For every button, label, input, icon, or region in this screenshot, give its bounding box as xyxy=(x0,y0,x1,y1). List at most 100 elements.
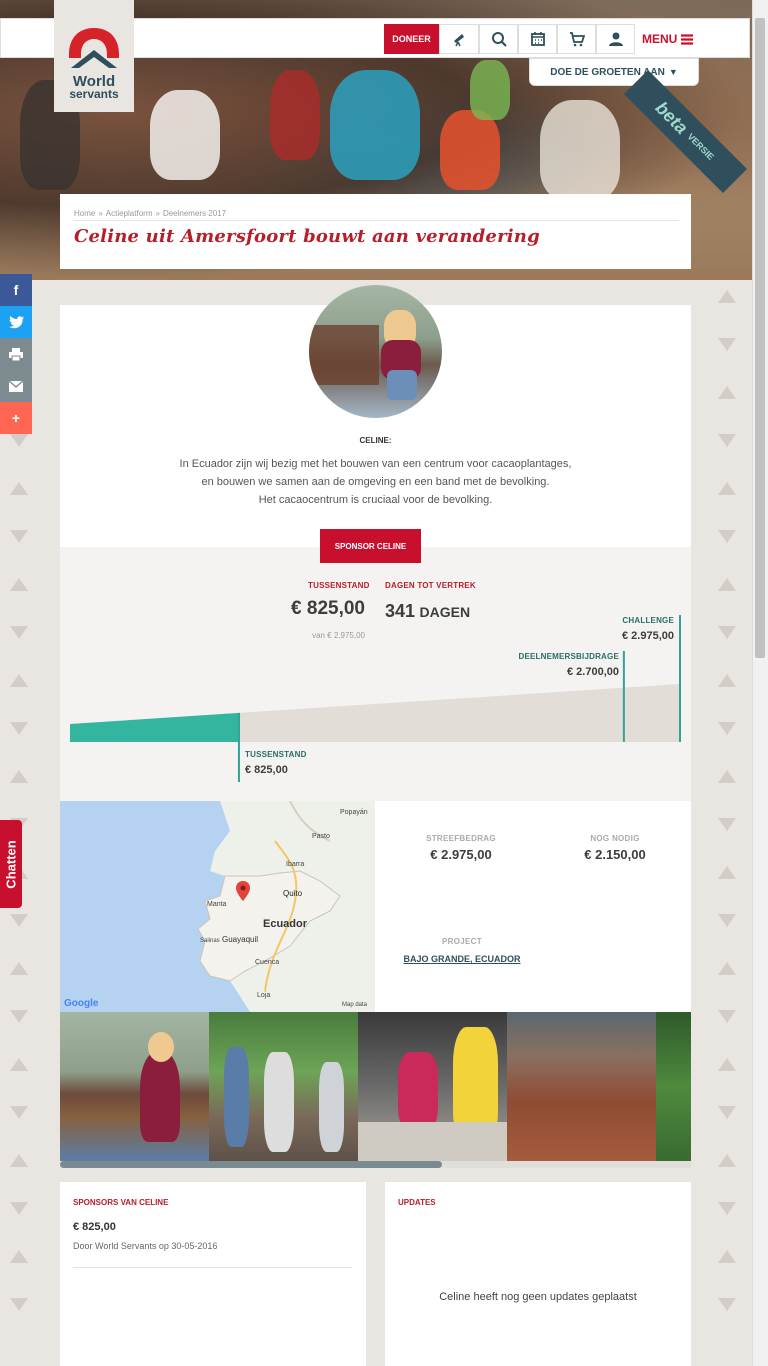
photo-gallery xyxy=(60,1012,691,1161)
bottom-tussenstand-value: € 825,00 xyxy=(245,764,288,776)
background-triangle xyxy=(10,674,28,687)
map-city-label: Popayán xyxy=(340,809,368,816)
map-city-label: Cuenca xyxy=(255,959,280,966)
map-city-label: Salinas xyxy=(200,938,220,944)
gallery-photo[interactable] xyxy=(656,1012,691,1161)
cart-button[interactable] xyxy=(557,24,596,54)
sponsor-amount: € 825,00 xyxy=(73,1221,116,1233)
intro-line: en bouwen we samen aan de omgeving en ee… xyxy=(201,476,550,488)
background-triangle xyxy=(718,1058,736,1071)
share-more-button[interactable]: + xyxy=(0,402,32,434)
sponsor-button[interactable]: SPONSOR CELINE xyxy=(320,529,421,563)
gallery-photo[interactable] xyxy=(209,1012,358,1161)
map-marker-icon xyxy=(236,881,250,901)
donate-button[interactable]: DONEER xyxy=(384,24,439,54)
map-country-label: Ecuador xyxy=(263,918,308,930)
map-city-label: Manta xyxy=(207,901,227,908)
project-label: PROJECT xyxy=(442,937,482,946)
background-triangle xyxy=(718,1250,736,1263)
project-link[interactable]: BAJO GRANDE, ECUADOR xyxy=(399,954,525,964)
needed-value: € 2.150,00 xyxy=(584,847,646,862)
updates-box: UPDATES Celine heeft nog geen updates ge… xyxy=(385,1182,691,1366)
divider xyxy=(73,1267,352,1268)
background-triangle xyxy=(10,722,28,735)
background-triangle xyxy=(10,1202,28,1215)
map-attribution[interactable]: Map data xyxy=(342,1002,367,1008)
calendar-icon xyxy=(530,32,545,46)
gallery-scrollbar[interactable] xyxy=(60,1161,691,1168)
needed-label: NOG NODIG xyxy=(590,834,640,843)
background-triangle xyxy=(718,866,736,879)
background-triangle xyxy=(10,770,28,783)
avatar xyxy=(309,285,442,418)
background-triangle xyxy=(718,434,736,447)
gallery-photo[interactable] xyxy=(358,1012,507,1161)
background-triangle xyxy=(10,1058,28,1071)
background-triangle xyxy=(718,818,736,831)
breadcrumb-separator: » xyxy=(98,209,103,218)
gallery-scroll-thumb[interactable] xyxy=(60,1161,442,1168)
breadcrumb-platform[interactable]: Actieplatform xyxy=(106,209,153,218)
background-triangle xyxy=(718,338,736,351)
sponsors-title: SPONSORS VAN CELINE xyxy=(73,1198,169,1207)
search-button[interactable] xyxy=(479,24,518,54)
background-triangle xyxy=(718,722,736,735)
background-triangle xyxy=(10,1106,28,1119)
bottom-tussenstand-label: TUSSENSTAND xyxy=(245,750,307,759)
map-city-label: Pasto xyxy=(312,833,330,840)
background-triangle xyxy=(718,914,736,927)
map-city-label: Quito xyxy=(283,889,303,898)
share-email-button[interactable] xyxy=(0,370,32,402)
breadcrumb-participants[interactable]: Deelnemers 2017 xyxy=(163,209,226,218)
title-card: Home» Actieplatform» Deelnemers 2017 Celin… xyxy=(60,194,691,269)
cart-icon xyxy=(569,32,585,47)
progress-section: TUSSENSTAND € 825,00 van € 2.975,00 DAGE… xyxy=(60,547,691,801)
beta-ribbon: beta VERSIE xyxy=(623,70,747,194)
page-scroll-thumb[interactable] xyxy=(755,18,765,658)
page-title: Celine uit Amersfoort bouwt aan verander… xyxy=(74,226,540,247)
map[interactable]: Popayán Pasto Ibarra Quito Manta Ecuador… xyxy=(60,801,375,1012)
background-triangle xyxy=(10,1154,28,1167)
breadcrumb: Home» Actieplatform» Deelnemers 2017 xyxy=(74,209,226,218)
gallery-photo[interactable] xyxy=(507,1012,656,1161)
progress-raised-wedge xyxy=(70,712,239,742)
map-city-label: Loja xyxy=(257,992,271,999)
logo[interactable]: World servants xyxy=(54,0,134,112)
mail-icon xyxy=(9,380,23,392)
background-triangle xyxy=(718,626,736,639)
background-triangle xyxy=(718,290,736,303)
explore-button[interactable] xyxy=(439,24,479,54)
chat-tab[interactable]: Chatten xyxy=(0,820,22,908)
calendar-button[interactable] xyxy=(518,24,557,54)
background-triangle xyxy=(718,770,736,783)
background-triangle xyxy=(718,962,736,975)
printer-icon xyxy=(9,347,23,361)
background-triangle xyxy=(718,1298,736,1311)
plus-icon: + xyxy=(11,410,21,426)
background-triangle xyxy=(718,578,736,591)
updates-empty-text: Celine heeft nog geen updates geplaatst xyxy=(439,1291,637,1303)
chat-label: Chatten xyxy=(3,839,19,889)
background-triangle xyxy=(718,1154,736,1167)
background-triangle xyxy=(10,1010,28,1023)
facebook-icon: f xyxy=(13,282,19,298)
sponsors-box: SPONSORS VAN CELINE € 825,00 Door World … xyxy=(60,1182,366,1366)
background-triangle xyxy=(10,1298,28,1311)
background-triangle xyxy=(718,1106,736,1119)
breadcrumb-home[interactable]: Home xyxy=(74,209,95,218)
print-button[interactable] xyxy=(0,338,32,370)
logo-text-servants: servants xyxy=(69,87,119,101)
share-facebook-button[interactable]: f xyxy=(0,274,32,306)
goal-value: € 2.975,00 xyxy=(430,847,492,862)
share-twitter-button[interactable] xyxy=(0,306,32,338)
logo-mark-icon xyxy=(65,24,123,72)
background-triangle xyxy=(10,1250,28,1263)
intro-card: CELINE: In Ecuador zijn wij bezig met he… xyxy=(60,285,691,547)
search-icon xyxy=(491,32,507,47)
updates-title: UPDATES xyxy=(398,1198,436,1207)
background-triangle xyxy=(10,482,28,495)
background-triangle xyxy=(10,626,28,639)
breadcrumb-separator: » xyxy=(155,209,160,218)
gallery-photo[interactable] xyxy=(60,1012,209,1161)
background-triangle xyxy=(10,914,28,927)
